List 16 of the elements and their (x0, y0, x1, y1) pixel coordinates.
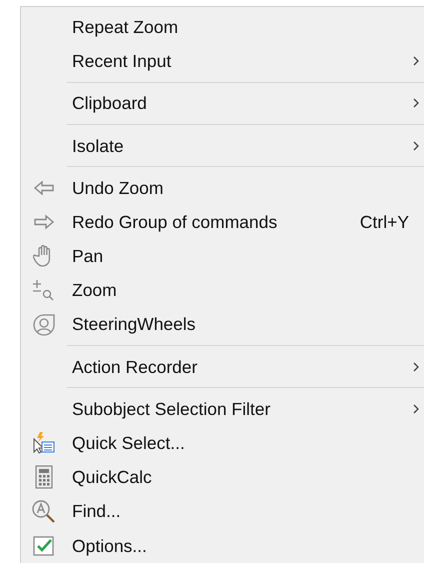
menu-item[interactable]: SteeringWheels (21, 308, 424, 342)
menu-item[interactable]: Clipboard (21, 86, 424, 121)
menu-item[interactable]: Zoom (21, 273, 424, 308)
menu-item[interactable]: Quick Select... (21, 426, 424, 460)
menu-item[interactable]: Recent Input (21, 44, 424, 78)
menu-item[interactable]: Repeat Zoom (21, 10, 424, 44)
menu-item[interactable]: Action Recorder (21, 350, 424, 384)
menu-item[interactable]: Options... (21, 528, 424, 563)
menu-item[interactable]: Undo Zoom (21, 170, 424, 205)
menu-item[interactable]: QuickCalc (21, 460, 424, 494)
shortcut-text: Ctrl+Y (360, 210, 409, 234)
menu-item[interactable]: Redo Group of commands Ctrl+Y (21, 204, 424, 240)
menu-item[interactable]: Pan (21, 239, 424, 274)
menu-item[interactable]: Find... (21, 494, 424, 529)
menu-item[interactable]: Isolate (21, 128, 424, 163)
menu-item[interactable]: Subobject Selection Filter (21, 392, 424, 426)
